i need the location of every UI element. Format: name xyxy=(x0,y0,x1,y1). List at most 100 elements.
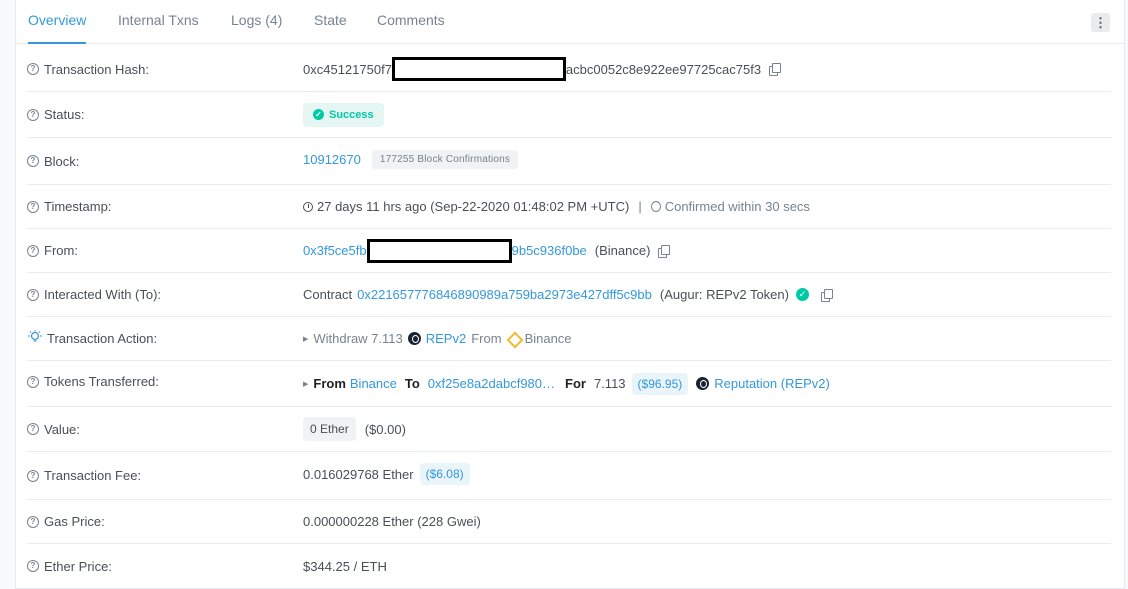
action-value: ▶ Withdraw 7.113 REPv2 From Binance xyxy=(303,331,572,346)
question-icon: ? xyxy=(27,155,39,167)
confirmations-badge: 177255 Block Confirmations xyxy=(371,149,519,169)
value-value: 0 Ether ($0.00) xyxy=(303,417,406,441)
row-transaction-hash: ? Transaction Hash: 0xc45121750f7 acbc005… xyxy=(27,47,1111,92)
separator: | xyxy=(638,199,642,214)
value-usd: ($0.00) xyxy=(364,421,406,437)
question-icon: ? xyxy=(27,108,39,121)
fee-usd-badge: ($6.08) xyxy=(419,463,470,485)
tokens-amount: 7.113 xyxy=(593,376,626,391)
gas-price-value: 0.000000228 Ether (228 Gwei) xyxy=(303,514,481,529)
status-value: ✓ Success xyxy=(303,102,384,127)
question-icon: ? xyxy=(27,423,39,435)
status-text: Success xyxy=(329,108,374,121)
timestamp-value: 27 days 11 hrs ago (Sep-22-2020 01:48:02… xyxy=(303,199,810,214)
tab-logs[interactable]: Logs (4) xyxy=(231,0,282,44)
tokens-from-word: From xyxy=(313,376,346,391)
tab-internal-txns[interactable]: Internal Txns xyxy=(118,0,199,44)
label-text: Transaction Fee: xyxy=(44,468,142,483)
redaction-box xyxy=(366,238,512,263)
caret-right-icon[interactable]: ▶ xyxy=(303,380,308,388)
row-label: ? Ether Price: xyxy=(27,559,112,574)
copy-icon[interactable] xyxy=(658,244,671,258)
copy-icon[interactable] xyxy=(820,288,833,302)
row-label: ? Transaction Hash: xyxy=(27,62,149,77)
row-transaction-action: Transaction Action: ▶ Withdraw 7.113 REP… xyxy=(27,317,1111,361)
contract-address-link[interactable]: 0x221657776846890989a759ba2973e427dff5c9… xyxy=(357,287,652,302)
label-text: Interacted With (To): xyxy=(44,287,162,302)
from-tag: (Binance) xyxy=(594,243,651,258)
label-text: Tokens Transferred: xyxy=(44,374,159,389)
repv2-token-icon xyxy=(407,332,421,345)
transaction-details-card: Overview Internal Txns Logs (4) State Co… xyxy=(15,0,1125,589)
row-label: ? Transaction Fee: xyxy=(27,468,141,483)
copy-icon[interactable] xyxy=(769,63,782,76)
tx-hash-suffix: acbc0052c8e922ee97725cac75f3 xyxy=(565,61,762,77)
row-from: ? From: 0x3f5ce5fb 9b5c936f0be (Binance) xyxy=(27,229,1111,273)
question-icon: ? xyxy=(27,63,39,75)
row-label: ? Block: xyxy=(27,154,79,169)
repv2-token-icon xyxy=(696,377,710,390)
row-label: ? Interacted With (To): xyxy=(27,287,161,302)
label-text: Timestamp: xyxy=(44,199,112,214)
fee-amount: 0.016029768 Ether xyxy=(303,466,414,482)
from-value: 0x3f5ce5fb 9b5c936f0be (Binance) xyxy=(303,238,671,263)
label-text: Value: xyxy=(44,421,80,437)
action-from-word: From xyxy=(471,331,502,346)
from-address-suffix[interactable]: 9b5c936f0be xyxy=(512,243,587,258)
tokens-value: ▶ From Binance To 0xf25e8a2dabcf980… For… xyxy=(303,372,830,395)
row-status: ? Status: ✓ Success xyxy=(27,92,1111,138)
ether-value-badge: 0 Ether xyxy=(303,417,356,441)
label-text: From: xyxy=(44,243,78,258)
from-address-prefix[interactable]: 0x3f5ce5fb xyxy=(303,243,367,258)
tokens-to-link[interactable]: 0xf25e8a2dabcf980… xyxy=(428,376,555,391)
question-icon: ? xyxy=(27,244,39,257)
tx-hash-value: 0xc45121750f7 acbc0052c8e922ee97725cac75… xyxy=(303,57,782,81)
redaction-box xyxy=(391,57,566,81)
label-text: Transaction Hash: xyxy=(44,61,150,77)
row-ether-price: ? Ether Price: $344.25 / ETH xyxy=(27,544,1111,588)
row-label: ? Timestamp: xyxy=(27,199,111,214)
more-options-button[interactable]: ⋮ xyxy=(1091,13,1110,32)
tx-hash-prefix: 0xc45121750f7 xyxy=(303,61,392,77)
verified-check-icon: ✓ xyxy=(795,288,809,301)
question-icon: ? xyxy=(27,515,39,528)
row-label: ? Tokens Transferred: xyxy=(27,374,159,389)
row-label: ? From: xyxy=(27,243,78,258)
row-transaction-fee: ? Transaction Fee: 0.016029768 Ether ($6.… xyxy=(27,452,1111,500)
label-text: Transaction Action: xyxy=(47,331,158,346)
caret-right-icon[interactable]: ▶ xyxy=(303,335,308,343)
contract-tag: (Augur: REPv2 Token) xyxy=(659,287,789,302)
action-token-link[interactable]: REPv2 xyxy=(426,331,466,346)
tab-bar: Overview Internal Txns Logs (4) State Co… xyxy=(16,0,1124,44)
row-gas-price: ? Gas Price: 0.000000228 Ether (228 Gwei) xyxy=(27,500,1111,544)
fee-value: 0.016029768 Ether ($6.08) xyxy=(303,463,470,485)
token-name-link[interactable]: Reputation (REPv2) xyxy=(714,376,830,391)
block-number-link[interactable]: 10912670 xyxy=(303,152,361,167)
action-verb: Withdraw 7.113 xyxy=(313,331,403,346)
label-text: Ether Price: xyxy=(44,558,112,574)
block-value: 10912670 177255 Block Confirmations xyxy=(303,149,519,169)
tab-overview[interactable]: Overview xyxy=(28,0,87,44)
question-icon: ? xyxy=(27,469,39,482)
row-timestamp: ? Timestamp: 27 days 11 hrs ago (Sep-22-2… xyxy=(27,185,1111,229)
status-badge: ✓ Success xyxy=(303,102,384,127)
tokens-for-word: For xyxy=(565,376,586,391)
question-icon: ? xyxy=(27,560,39,572)
confirmed-within-text: Confirmed within 30 secs xyxy=(664,199,810,214)
label-text: Status: xyxy=(44,107,85,122)
tab-state[interactable]: State xyxy=(314,0,347,44)
check-circle-icon: ✓ xyxy=(313,109,324,120)
tab-comments[interactable]: Comments xyxy=(377,0,445,44)
row-label: ? Status: xyxy=(27,107,84,122)
row-label: ? Gas Price: xyxy=(27,514,105,529)
question-icon: ? xyxy=(27,200,39,213)
action-source: Binance xyxy=(524,331,572,346)
row-interacted-with: ? Interacted With (To): Contract 0x221657… xyxy=(27,273,1111,317)
row-tokens-transferred: ? Tokens Transferred: ▶ From Binance To 0… xyxy=(27,361,1111,407)
binance-icon xyxy=(507,332,520,345)
timestamp-text: 27 days 11 hrs ago (Sep-22-2020 01:48:02… xyxy=(317,199,630,214)
label-text: Gas Price: xyxy=(44,514,105,529)
to-value: Contract 0x221657776846890989a759ba2973e… xyxy=(303,287,833,302)
tokens-from-link[interactable]: Binance xyxy=(350,376,397,391)
lightbulb-icon xyxy=(27,330,43,347)
